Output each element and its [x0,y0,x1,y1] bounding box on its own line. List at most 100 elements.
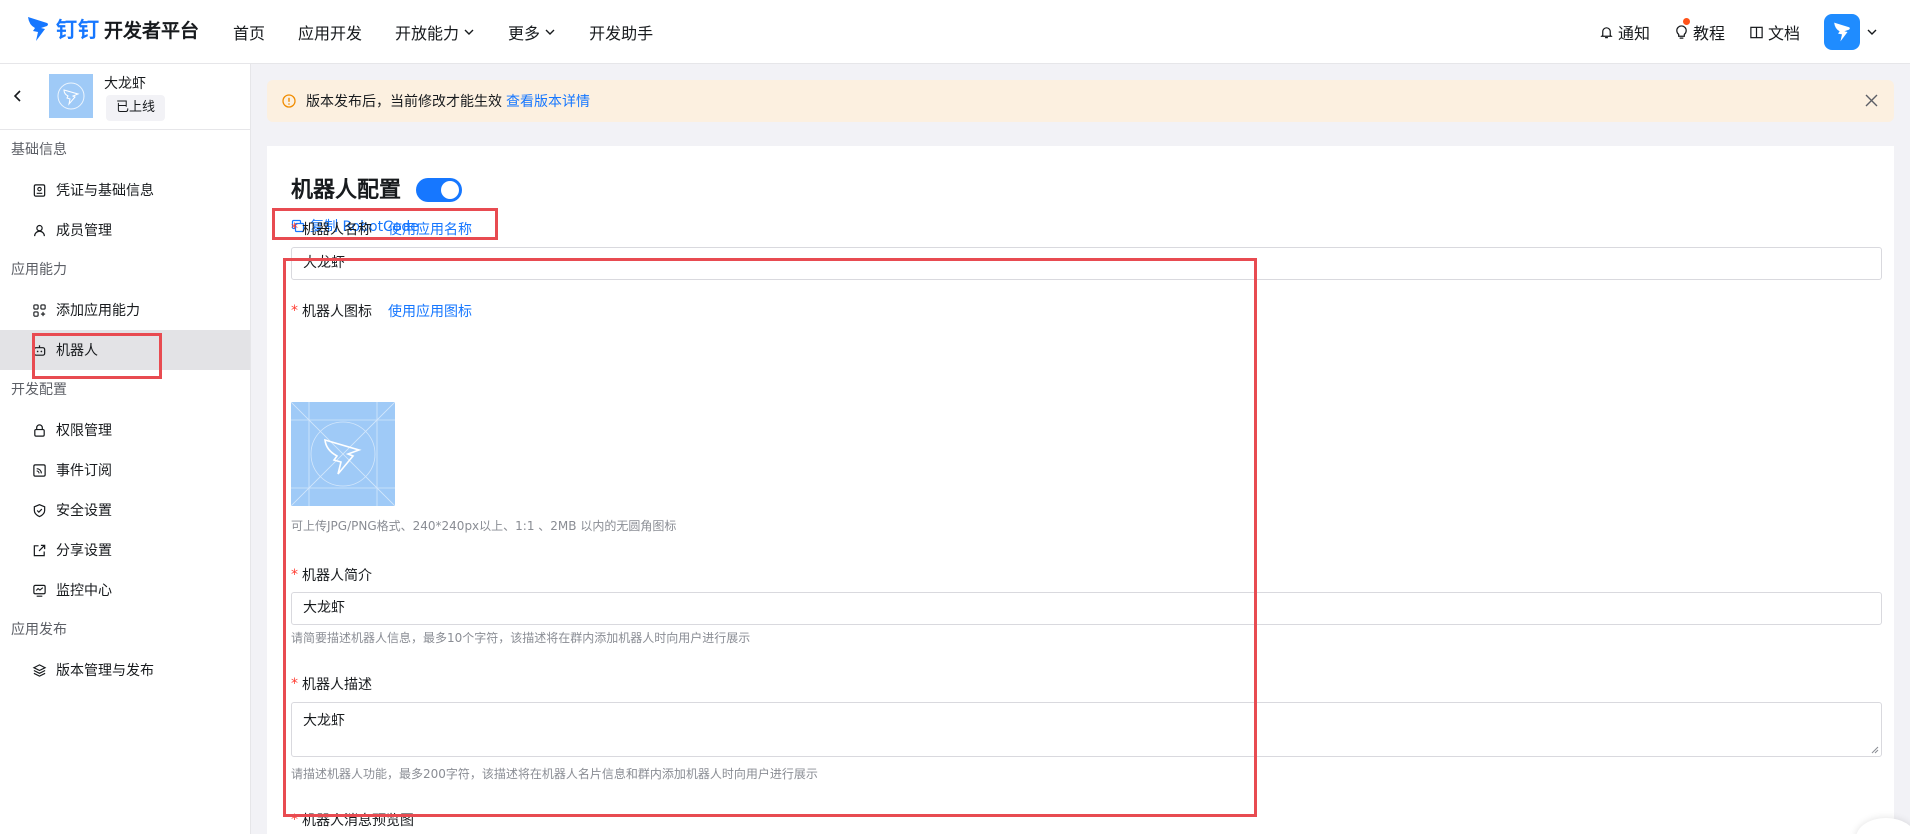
robot-preview-field-label: * 机器人消息预览图 [291,810,414,830]
robot-config-panel: 机器人配置 复制 RobotCode * 机器人名称 使用应用名称 大龙虾 * … [267,146,1894,834]
nav-dev-assistant-label: 开发助手 [589,24,654,43]
sidebar-item-monitoring[interactable]: 监控中心 [0,570,250,610]
notice-text: 版本发布后，当前修改才能生效 [306,94,502,110]
robot-description-textarea[interactable]: 大龙虾 [291,702,1882,757]
sidebar-item-label: 版本管理与发布 [56,663,154,679]
add-capability-icon [33,303,46,317]
robot-icon [33,344,46,356]
sidebar-section-basic-info: 基础信息 [11,142,67,158]
new-badge-dot [1682,18,1690,25]
sidebar-item-event-subscription[interactable]: 事件订阅 [0,450,250,490]
rss-icon [33,463,46,477]
robot-enable-toggle[interactable] [416,178,462,202]
share-icon [33,544,46,556]
warning-circle-icon [282,94,296,108]
sidebar-section-app-release: 应用发布 [11,622,67,638]
robot-intro-label: 机器人简介 [302,568,372,584]
sidebar-item-share[interactable]: 分享设置 [0,530,250,570]
lock-icon [34,423,45,437]
sidebar-item-label: 权限管理 [56,423,112,439]
app-name: 大龙虾 [104,76,146,92]
nav-dev-assistant[interactable]: 开发助手 [589,20,653,44]
required-mark: * [291,221,298,237]
sidebar-item-version-release[interactable]: 版本管理与发布 [0,650,250,690]
robot-icon-field-label: * 机器人图标 使用应用图标 [291,301,472,321]
robot-icon-label: 机器人图标 [302,304,372,320]
credential-icon [33,183,46,197]
sidebar: 大龙虾 已上线 基础信息 凭证与基础信息 成员管理 应用能力 添加应用能力 机器… [0,64,251,834]
nav-home-label: 首页 [233,24,266,43]
sidebar-item-credentials[interactable]: 凭证与基础信息 [0,170,250,210]
brand-dingtalk: 钉钉 [56,18,100,42]
sidebar-item-label: 事件订阅 [56,463,112,479]
required-mark: * [291,567,298,583]
notify-label: 通知 [1617,24,1650,43]
required-mark: * [291,812,298,828]
user-icon [34,224,45,236]
header-actions: 通知 教程 文档 [1599,0,1910,64]
robot-intro-input[interactable]: 大龙虾 [291,592,1882,625]
lightbulb-icon [1676,24,1687,39]
main-nav: 首页 应用开发 开放能力 更多 开发助手 [233,0,686,64]
tutorial-button[interactable]: 教程 [1674,18,1725,44]
sidebar-item-security[interactable]: 安全设置 [0,490,250,530]
sidebar-item-robot[interactable]: 机器人 [0,330,250,370]
top-bar: 钉钉 开发者平台 首页 应用开发 开放能力 更多 开发助手 通知 教程 文档 [0,0,1910,64]
toggle-knob [441,181,459,199]
shield-icon [33,503,46,517]
sidebar-item-label: 监控中心 [56,583,112,599]
robot-icon-upload[interactable] [291,402,395,506]
book-icon [1750,26,1763,38]
sidebar-section-app-capabilities: 应用能力 [11,262,67,278]
brand-developer-platform: 开发者平台 [104,19,200,42]
use-app-icon-link[interactable]: 使用应用图标 [388,301,472,321]
sidebar-section-dev-config: 开发配置 [11,382,67,398]
nav-home[interactable]: 首页 [233,20,265,44]
user-menu[interactable] [1824,14,1878,50]
robot-description-label: 机器人描述 [302,677,372,693]
docs-button[interactable]: 文档 [1749,20,1800,44]
back-arrow-icon[interactable] [12,89,24,103]
robot-name-field-label: * 机器人名称 使用应用名称 [291,219,472,239]
tutorial-label: 教程 [1692,24,1725,43]
page: 钉钉 开发者平台 首页 应用开发 开放能力 更多 开发助手 通知 教程 文档 大… [0,0,1910,834]
avatar [1824,14,1860,50]
notify-button[interactable]: 通知 [1599,20,1650,44]
nav-more[interactable]: 更多 [508,20,556,44]
robot-description-hint: 请描述机器人功能，最多200字符，该描述将在机器人名片信息和群内添加机器人时向用… [291,767,818,781]
sidebar-item-label: 添加应用能力 [56,303,140,319]
robot-preview-label: 机器人消息预览图 [302,813,414,829]
dingtalk-avatar-icon [1834,22,1850,42]
chevron-down-icon [1867,29,1877,35]
required-mark: * [291,676,298,692]
robot-name-input[interactable]: 大龙虾 [291,247,1882,280]
close-icon[interactable] [1865,94,1878,107]
sidebar-item-members[interactable]: 成员管理 [0,210,250,250]
sidebar-item-label: 安全设置 [56,503,112,519]
nav-open-capabilities[interactable]: 开放能力 [395,20,475,44]
resize-handle-icon[interactable] [1870,745,1879,754]
monitor-icon [33,584,46,597]
app-icon [49,74,93,118]
use-app-name-link[interactable]: 使用应用名称 [388,219,472,239]
sidebar-item-add-capability[interactable]: 添加应用能力 [0,290,250,330]
notice-link[interactable]: 查看版本详情 [506,91,590,111]
nav-app-dev[interactable]: 应用开发 [298,20,362,44]
nav-open-capabilities-label: 开放能力 [395,24,460,43]
docs-label: 文档 [1767,24,1800,43]
nav-app-dev-label: 应用开发 [298,24,363,43]
robot-name-label: 机器人名称 [302,222,372,238]
robot-intro-field-label: * 机器人简介 [291,565,372,585]
chevron-down-icon [545,29,555,35]
nav-more-label: 更多 [508,24,541,43]
robot-icon-hint: 可上传JPG/PNG格式、240*240px以上、1:1 、2MB 以内的无圆角… [291,519,677,533]
app-card: 大龙虾 已上线 [0,64,250,130]
robot-description-field-label: * 机器人描述 [291,674,372,694]
logo[interactable]: 钉钉 开发者平台 [26,14,199,44]
sidebar-item-permissions[interactable]: 权限管理 [0,410,250,450]
required-mark: * [291,303,298,319]
page-title: 机器人配置 [291,178,402,203]
sidebar-item-label: 机器人 [56,343,98,359]
dingtalk-logo-icon [28,17,48,41]
robot-description-value: 大龙虾 [303,713,345,729]
